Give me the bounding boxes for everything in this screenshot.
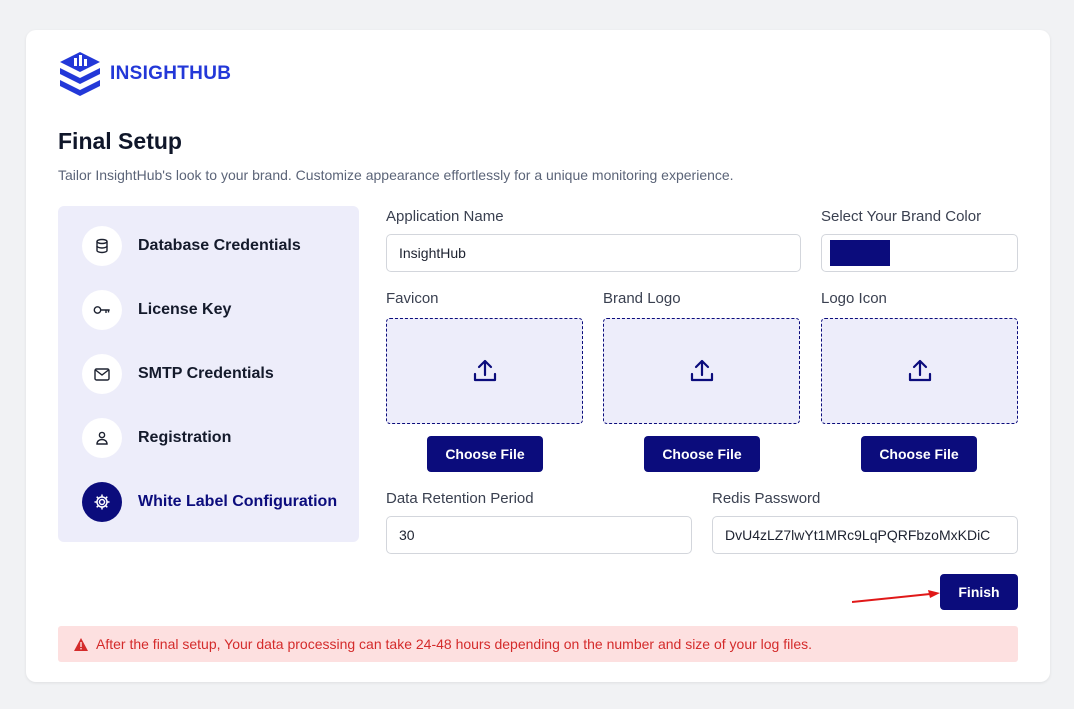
favicon-choose-file-button[interactable]: Choose File (427, 436, 543, 472)
logo-icon-label: Logo Icon (821, 290, 887, 307)
app-name-input[interactable]: InsightHub (386, 234, 801, 272)
database-icon (82, 226, 122, 266)
layered-stack-icon (60, 52, 100, 96)
step-database-credentials[interactable]: Database Credentials (82, 226, 301, 266)
setup-card: INSIGHTHUB Final Setup Tailor InsightHub… (26, 30, 1050, 682)
step-label: White Label Configuration (138, 493, 338, 510)
redis-password-label: Redis Password (712, 490, 821, 507)
processing-alert: After the final setup, Your data process… (58, 626, 1018, 662)
brand-logo-dropzone[interactable] (603, 318, 800, 424)
step-label: Registration (138, 429, 232, 446)
key-icon (82, 290, 122, 330)
favicon-label: Favicon (386, 290, 439, 307)
alert-text: After the final setup, Your data process… (96, 636, 813, 652)
page-subtitle: Tailor InsightHub's look to your brand. … (58, 167, 734, 183)
upload-icon (690, 359, 713, 382)
upload-icon (473, 359, 496, 382)
warning-icon (74, 637, 88, 651)
step-label: Database Credentials (138, 237, 301, 254)
color-swatch (830, 240, 890, 266)
logo-wordmark: INSIGHTHUB (110, 63, 232, 84)
step-registration[interactable]: Registration (82, 418, 231, 458)
retention-label: Data Retention Period (386, 490, 534, 507)
app-name-value: InsightHub (399, 245, 466, 261)
logo-icon-dropzone[interactable] (821, 318, 1018, 424)
finish-button[interactable]: Finish (940, 574, 1018, 610)
page-title: Final Setup (58, 128, 182, 154)
gear-icon (82, 482, 122, 522)
brand-logo-label: Brand Logo (603, 290, 681, 307)
brand-color-picker[interactable] (821, 234, 1018, 272)
step-label: License Key (138, 301, 232, 318)
favicon-dropzone[interactable] (386, 318, 583, 424)
step-label: SMTP Credentials (138, 365, 274, 382)
brand-color-label: Select Your Brand Color (821, 208, 982, 225)
user-icon (82, 418, 122, 458)
redis-password-value: DvU4zLZ7lwYt1MRc9LqPQRFbzoMxKDiC (725, 527, 991, 543)
retention-value: 30 (399, 527, 415, 543)
logo-icon-choose-file-button[interactable]: Choose File (861, 436, 977, 472)
step-license-key[interactable]: License Key (82, 290, 231, 330)
brand-logo-choose-file-button[interactable]: Choose File (644, 436, 760, 472)
setup-steps-panel: Database Credentials License Key SMTP Cr… (58, 206, 359, 542)
retention-input[interactable]: 30 (386, 516, 692, 554)
redis-password-input[interactable]: DvU4zLZ7lwYt1MRc9LqPQRFbzoMxKDiC (712, 516, 1018, 554)
app-name-label: Application Name (386, 208, 504, 225)
brand-logo: INSIGHTHUB (58, 50, 231, 98)
upload-icon (908, 359, 931, 382)
step-smtp-credentials[interactable]: SMTP Credentials (82, 354, 274, 394)
step-white-label-configuration[interactable]: White Label Configuration (82, 482, 337, 522)
red-arrow-annotation (852, 590, 940, 603)
mail-icon (82, 354, 122, 394)
